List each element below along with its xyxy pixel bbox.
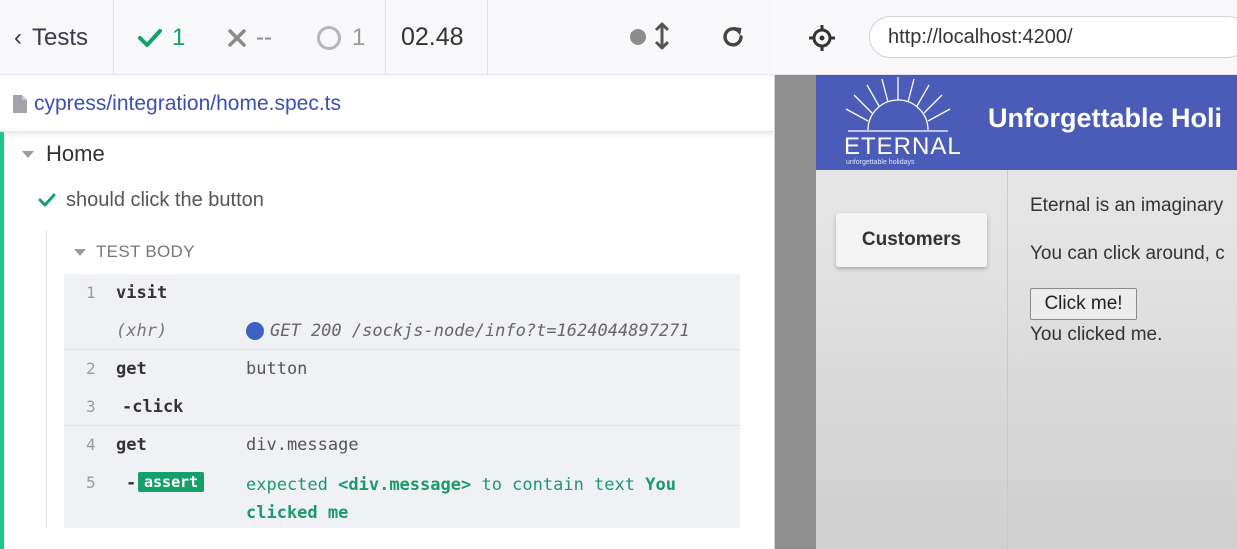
caret-down-icon [74, 248, 86, 256]
command-number: 5 [86, 473, 96, 492]
test-body-header[interactable]: TEST BODY [74, 240, 195, 264]
separator [385, 0, 386, 75]
separator [487, 0, 488, 75]
x-icon [228, 28, 246, 47]
result-message: You clicked me. [1030, 324, 1163, 345]
xhr-text: GET 200 /sockjs-node/info?t=162404489727… [270, 321, 690, 341]
passed-indicator-bar [0, 132, 4, 549]
intro-text: Eternal is an imaginary [1030, 195, 1224, 216]
command-number: 1 [86, 283, 96, 302]
command-name: (xhr) [116, 321, 168, 341]
passed-count: 1 [172, 23, 186, 51]
spec-file-bar[interactable]: cypress/integration/home.spec.ts [0, 76, 774, 132]
pending-stat: 1 [316, 0, 365, 75]
test-header[interactable]: should click the button [38, 186, 264, 214]
spec-path[interactable]: cypress/integration/home.spec.ts [34, 92, 341, 116]
failed-stat: -- [228, 0, 272, 75]
caret-down-icon [22, 150, 34, 158]
command-row[interactable]: 1 visit [64, 274, 740, 312]
dot-icon[interactable] [630, 29, 646, 45]
suite-header[interactable]: Home [22, 140, 105, 168]
command-row[interactable]: 3 -click [64, 388, 740, 426]
cypress-runner: ‹ Tests 1 -- 1 02.48 cypress/integration… [0, 0, 1237, 549]
sun-logo-icon [845, 77, 951, 132]
updown-arrow-icon[interactable] [655, 22, 669, 50]
command-message: GET 200 /sockjs-node/info?t=162404489727… [246, 321, 690, 341]
instruction-text: You can click around, c [1030, 243, 1225, 264]
logo-tagline: unforgettable holidays [846, 159, 915, 166]
assert-text: expected [246, 475, 328, 495]
command-message: div.message [246, 435, 359, 455]
failed-count: -- [256, 23, 272, 51]
reporter-pane: ‹ Tests 1 -- 1 02.48 cypress/integration… [0, 0, 774, 549]
command-name: get [116, 435, 147, 455]
command-row[interactable]: 4 get div.message [64, 426, 740, 464]
tests-button[interactable]: ‹ Tests [14, 0, 88, 75]
check-icon [138, 28, 162, 47]
xhr-status-icon [246, 322, 264, 340]
command-message: button [246, 359, 308, 379]
aut-backdrop [775, 75, 816, 549]
reload-icon[interactable] [720, 24, 746, 50]
click-me-button[interactable]: Click me! [1030, 288, 1137, 320]
suite-title: Home [46, 141, 105, 166]
command-row[interactable]: 2 get button [64, 350, 740, 388]
check-icon [38, 193, 56, 207]
assert-text: to contain text [481, 475, 635, 495]
chevron-left-icon: ‹ [14, 23, 22, 51]
command-number: 4 [86, 435, 96, 454]
test-title: should click the button [66, 188, 264, 211]
app-under-test: ETERNAL unforgettable holidays Unforgett… [816, 75, 1237, 549]
test-body-label: TEST BODY [96, 242, 195, 261]
command-number: 2 [86, 359, 96, 378]
indent-guide [46, 230, 47, 528]
command-log: 1 visit (xhr) GET 200 /sockjs-node/info?… [64, 274, 740, 528]
assert-subject: <div.message> [338, 475, 472, 495]
assert-message: expected <div.message> to contain text Y… [246, 471, 732, 527]
command-row[interactable]: 5 - assert expected <div.message> to con… [64, 464, 740, 528]
command-name: get [116, 359, 147, 379]
pending-count: 1 [352, 23, 366, 51]
file-icon [13, 94, 27, 113]
customers-button[interactable]: Customers [836, 213, 987, 267]
command-name: - [126, 473, 137, 493]
assert-badge: assert [138, 472, 205, 492]
command-name: -click [122, 397, 184, 417]
tests-label: Tests [32, 23, 89, 51]
passed-stat: 1 [138, 0, 185, 75]
crosshair-icon[interactable] [808, 24, 836, 52]
logo-text: ETERNAL [844, 133, 962, 160]
command-number: 3 [86, 397, 96, 416]
url-bar[interactable]: http://localhost:4200/ [869, 16, 1237, 58]
stats-bar: ‹ Tests 1 -- 1 02.48 [0, 0, 774, 75]
app-title: Unforgettable Holi [988, 103, 1222, 133]
url-text: http://localhost:4200/ [888, 25, 1073, 48]
separator [113, 0, 114, 75]
duration: 02.48 [401, 23, 464, 51]
command-name: visit [116, 283, 168, 303]
spinner-icon [317, 25, 341, 50]
command-row[interactable]: (xhr) GET 200 /sockjs-node/info?t=162404… [64, 312, 740, 350]
app-header: ETERNAL unforgettable holidays Unforgett… [816, 75, 1237, 170]
